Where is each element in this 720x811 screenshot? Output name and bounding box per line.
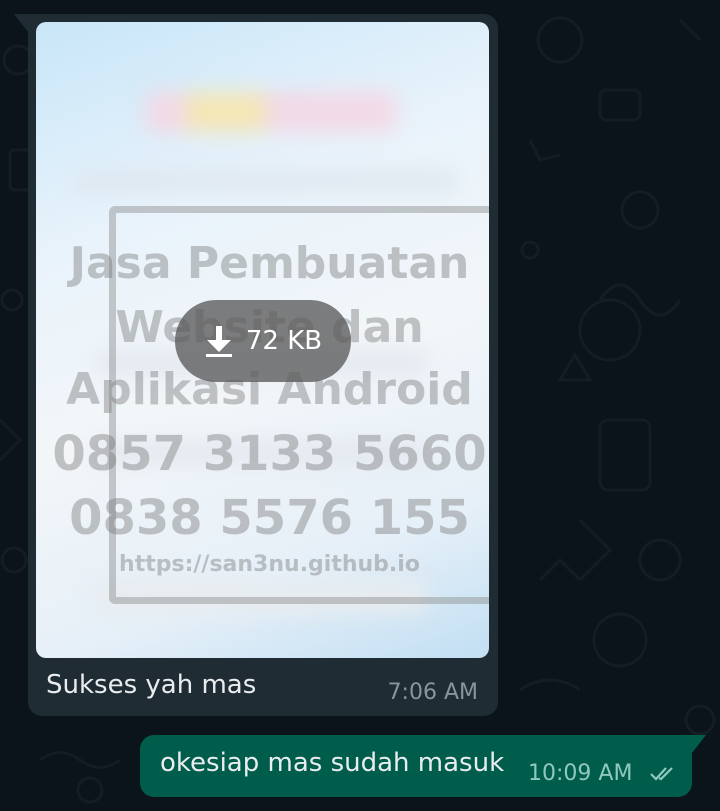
download-size-label: 72 KB xyxy=(245,326,323,356)
outgoing-timestamp: 10:09 AM xyxy=(528,761,633,786)
outgoing-text: okesiap mas sudah masuk xyxy=(160,748,505,778)
blur-shape xyxy=(76,172,456,190)
watermark-text: 0857 3133 5660 xyxy=(52,426,487,482)
watermark-url: https://san3nu.github.io xyxy=(119,552,420,577)
download-arrow-icon xyxy=(205,326,232,357)
incoming-caption: Sukses yah mas xyxy=(46,670,257,700)
watermark-text: Jasa Pembuatan xyxy=(69,238,470,289)
double-check-icon xyxy=(650,767,673,781)
image-attachment-preview[interactable]: Jasa Pembuatan Website dan Aplikasi Andr… xyxy=(36,22,489,658)
outgoing-bubble-tail xyxy=(692,735,706,753)
outgoing-message-bubble[interactable]: okesiap mas sudah masuk 10:09 AM xyxy=(140,735,692,797)
incoming-timestamp: 7:06 AM xyxy=(387,680,478,705)
blur-shape xyxy=(186,92,266,132)
watermark-text: 0838 5576 155 xyxy=(69,490,470,546)
chat-background: Jasa Pembuatan Website dan Aplikasi Andr… xyxy=(0,0,720,811)
incoming-bubble-tail xyxy=(14,14,28,32)
incoming-message-bubble[interactable]: Jasa Pembuatan Website dan Aplikasi Andr… xyxy=(28,14,498,716)
blur-shape xyxy=(146,92,396,132)
download-button[interactable]: 72 KB xyxy=(175,300,351,382)
